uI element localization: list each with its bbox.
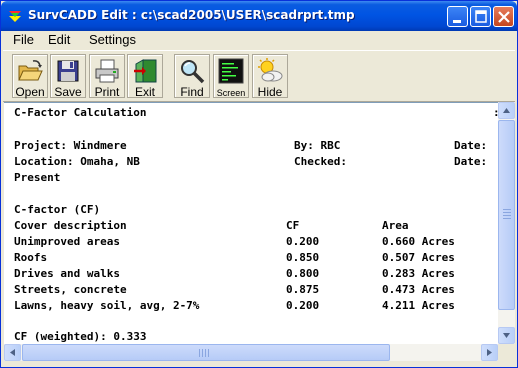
- row-cf: 0.200: [286, 235, 320, 248]
- floppy-disk-icon: [54, 57, 82, 85]
- find-label: Find: [180, 85, 204, 99]
- grip-line: [202, 349, 203, 357]
- project-field: Project: Windmere: [14, 139, 127, 152]
- row-area: 0.660 Acres: [382, 235, 455, 248]
- vertical-scroll-thumb[interactable]: [498, 120, 515, 310]
- by-field: By: RBC: [294, 139, 341, 152]
- report-text-area[interactable]: C-Factor Calculation : Project: Windmere…: [4, 102, 500, 344]
- window-title: SurvCADD Edit : c:\scad2005\USER\scadrpr…: [28, 8, 355, 22]
- row-desc: Roofs: [14, 251, 48, 264]
- arrow-up-icon: [503, 108, 510, 113]
- app-window: SurvCADD Edit : c:\scad2005\USER\scadrpr…: [0, 0, 518, 368]
- arrow-right-icon: [487, 349, 492, 356]
- grip-line: [503, 209, 511, 210]
- weighted-cf: CF (weighted): 0.333: [14, 330, 147, 343]
- screen-button[interactable]: Screen: [213, 54, 249, 98]
- section-title: C-factor (CF): [14, 203, 101, 216]
- screen-label: Screen: [216, 88, 246, 98]
- column-header-cf: CF: [286, 219, 300, 232]
- toolbar: Open Save Print Exit Find Screen Hide: [3, 50, 515, 102]
- print-button[interactable]: Print: [89, 54, 125, 99]
- location-field: Location: Omaha, NB: [14, 155, 140, 168]
- menu-settings[interactable]: Settings: [89, 32, 136, 47]
- grip-line: [205, 349, 206, 357]
- save-button[interactable]: Save: [50, 54, 86, 99]
- date-field-2: Date:: [454, 155, 488, 168]
- scroll-left-button[interactable]: [4, 344, 21, 361]
- folder-open-icon: [16, 57, 44, 85]
- arrow-down-icon: [503, 333, 510, 338]
- column-header-description: Cover description: [14, 219, 127, 232]
- row-cf: 0.800: [286, 267, 320, 280]
- row-desc: Drives and walks: [14, 267, 120, 280]
- row-desc: Lawns, heavy soil, avg, 2-7%: [14, 299, 200, 312]
- hide-label: Hide: [257, 85, 283, 99]
- date-field: Date:: [454, 139, 488, 152]
- menu-file[interactable]: File: [13, 32, 34, 47]
- row-cf: 0.850: [286, 251, 320, 264]
- monitor-icon: [217, 57, 245, 85]
- row-area: 0.283 Acres: [382, 267, 455, 280]
- open-label: Open: [15, 85, 45, 99]
- scrollbar-corner: [498, 344, 515, 361]
- grip-line: [199, 349, 200, 357]
- scroll-right-button[interactable]: [481, 344, 498, 361]
- row-area: 4.211 Acres: [382, 299, 455, 312]
- vertical-scrollbar[interactable]: [498, 102, 515, 344]
- horizontal-scroll-thumb[interactable]: [22, 344, 390, 361]
- open-button[interactable]: Open: [12, 54, 48, 99]
- grip-line: [503, 212, 511, 213]
- menu-edit[interactable]: Edit: [48, 32, 70, 47]
- maximize-button[interactable]: [470, 6, 491, 27]
- survcadd-app-icon[interactable]: [7, 8, 23, 24]
- row-desc: Streets, concrete: [14, 283, 127, 296]
- exit-button[interactable]: Exit: [127, 54, 163, 99]
- row-area: 0.473 Acres: [382, 283, 455, 296]
- printer-icon: [93, 57, 121, 85]
- row-area: 0.507 Acres: [382, 251, 455, 264]
- checked-field: Checked:: [294, 155, 347, 168]
- grip-line: [503, 218, 511, 219]
- report-title: C-Factor Calculation: [14, 106, 147, 119]
- minimize-button[interactable]: [447, 6, 468, 27]
- menu-bar: File Edit Settings: [3, 31, 515, 49]
- row-cf: 0.875: [286, 283, 320, 296]
- save-label: Save: [54, 85, 82, 99]
- magnifier-icon: [178, 57, 206, 85]
- grip-line: [503, 215, 511, 216]
- row-desc: Unimproved areas: [14, 235, 120, 248]
- arrow-left-icon: [10, 349, 15, 356]
- title-bar[interactable]: SurvCADD Edit : c:\scad2005\USER\scadrpr…: [1, 1, 517, 31]
- horizontal-scrollbar[interactable]: [4, 344, 498, 361]
- grip-line: [208, 349, 209, 357]
- scroll-down-button[interactable]: [498, 327, 515, 344]
- scroll-up-button[interactable]: [498, 102, 515, 119]
- row-cf: 0.200: [286, 299, 320, 312]
- exit-door-icon: [131, 57, 159, 85]
- column-header-area: Area: [382, 219, 409, 232]
- hide-button[interactable]: Hide: [252, 54, 288, 99]
- present-label: Present: [14, 171, 61, 184]
- sun-cloud-icon: [256, 57, 284, 85]
- find-button[interactable]: Find: [174, 54, 210, 99]
- exit-label: Exit: [134, 85, 155, 99]
- close-button[interactable]: [493, 6, 514, 27]
- print-label: Print: [94, 85, 120, 99]
